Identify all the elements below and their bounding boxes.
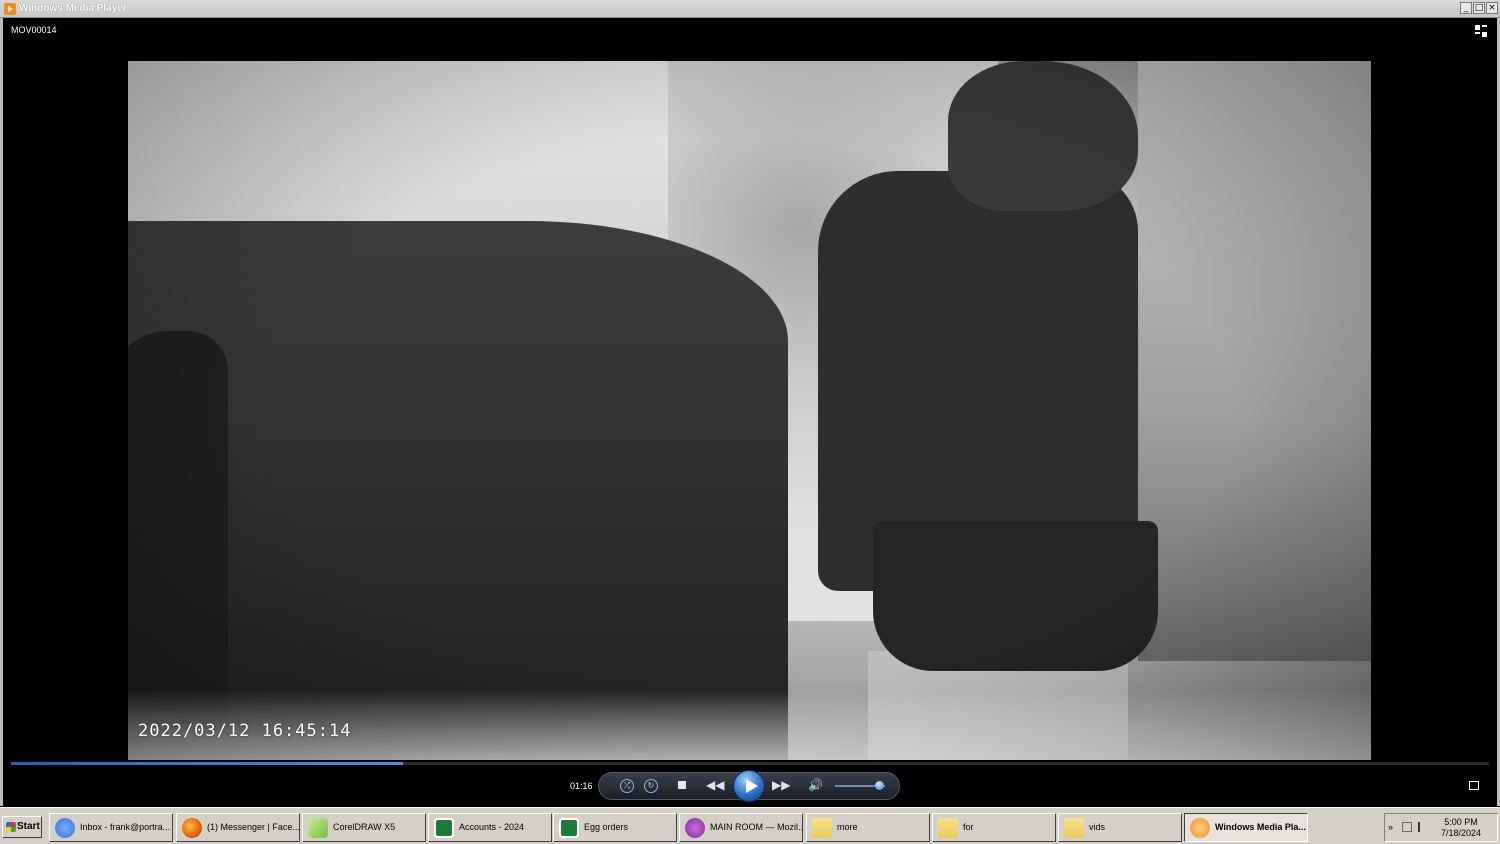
thunderbird-icon [55,818,75,838]
taskbar-item-main-room[interactable]: MAIN ROOM — Mozil... [679,813,803,842]
video-timestamp-overlay: 2022/03/12 16:45:14 [138,721,352,741]
title-bar: Windows Media Player _ □ × [0,0,1500,18]
volume-icon[interactable]: 🔊 [808,778,823,792]
taskbar-item-egg-orders[interactable]: Egg orders [553,813,677,842]
tray-time: 5:00 PM [1444,817,1478,827]
maximize-button[interactable]: □ [1473,2,1485,14]
fullscreen-icon[interactable] [1469,781,1479,790]
close-button[interactable]: × [1486,2,1498,14]
taskbar-item-label: vids [1089,822,1106,832]
stop-icon [678,781,686,789]
tray-clock[interactable]: 5:00 PM 7/18/2024 [1441,817,1481,839]
taskbar-item-folder-vids[interactable]: vids [1058,813,1182,842]
taskbar-item-label: Egg orders [584,822,629,832]
camera-viewer-icon [685,818,705,838]
elapsed-time: 01:16 [570,781,593,791]
start-button[interactable]: Start [2,816,42,838]
tray-expand-icon[interactable]: » [1388,822,1393,832]
folder-icon [1064,818,1084,838]
volume-slider-thumb[interactable] [875,781,884,790]
windows-logo-icon [6,822,16,832]
seek-bar-progress [11,762,403,765]
media-player-icon [1190,818,1210,838]
play-icon[interactable] [733,770,765,802]
media-player-app-icon [4,3,16,15]
start-label: Start [17,821,40,832]
taskbar-item-folder-more[interactable]: more [806,813,930,842]
folder-icon [938,818,958,838]
taskbar-item-label: Accounts - 2024 [459,822,525,832]
previous-icon[interactable]: ◀◀ [706,778,724,792]
taskbar-item-label: for [963,822,974,832]
taskbar-item-messenger[interactable]: (1) Messenger | Face... [176,813,300,842]
coreldraw-icon [308,818,328,838]
taskbar-item-label: MAIN ROOM — Mozil... [710,822,803,832]
network-icon[interactable] [1402,822,1412,832]
taskbar-item-label: Windows Media Pla... [1215,822,1306,832]
excel-icon [434,818,454,838]
window-title: Windows Media Player [19,3,127,14]
window-controls: _ □ × [1460,2,1498,14]
taskbar-item-label: CorelDRAW X5 [333,822,396,832]
video-display[interactable] [128,61,1371,760]
taskbar-item-label: more [837,822,858,832]
taskbar: Start Inbox - frank@portra... (1) Messen… [0,807,1500,844]
taskbar-item-label: (1) Messenger | Face... [207,822,300,832]
folder-icon [812,818,832,838]
taskbar-item-media-player[interactable]: Windows Media Pla... [1184,813,1308,842]
next-icon[interactable]: ▶▶ [772,778,790,792]
now-playing-filename: MOV00014 [11,25,57,35]
system-tray: » 5:00 PM 7/18/2024 [1384,813,1498,842]
firefox-icon [182,818,202,838]
stop-button[interactable] [676,778,688,792]
flag-icon[interactable] [1418,822,1426,832]
taskbar-item-accounts[interactable]: Accounts - 2024 [428,813,552,842]
taskbar-item-label: Inbox - frank@portra... [80,822,171,832]
tray-date: 7/18/2024 [1440,828,1481,838]
excel-icon [559,818,579,838]
switch-to-library-icon[interactable] [1475,25,1487,37]
taskbar-item-coreldraw[interactable]: CorelDRAW X5 [302,813,426,842]
video-vignette [128,61,1371,760]
repeat-icon[interactable]: ↻ [644,779,658,793]
minimize-button[interactable]: _ [1460,2,1472,14]
shuffle-icon[interactable]: ⤮ [620,779,634,793]
seek-bar[interactable] [11,762,1489,765]
taskbar-item-inbox[interactable]: Inbox - frank@portra... [49,813,173,842]
taskbar-item-folder-for[interactable]: for [932,813,1056,842]
